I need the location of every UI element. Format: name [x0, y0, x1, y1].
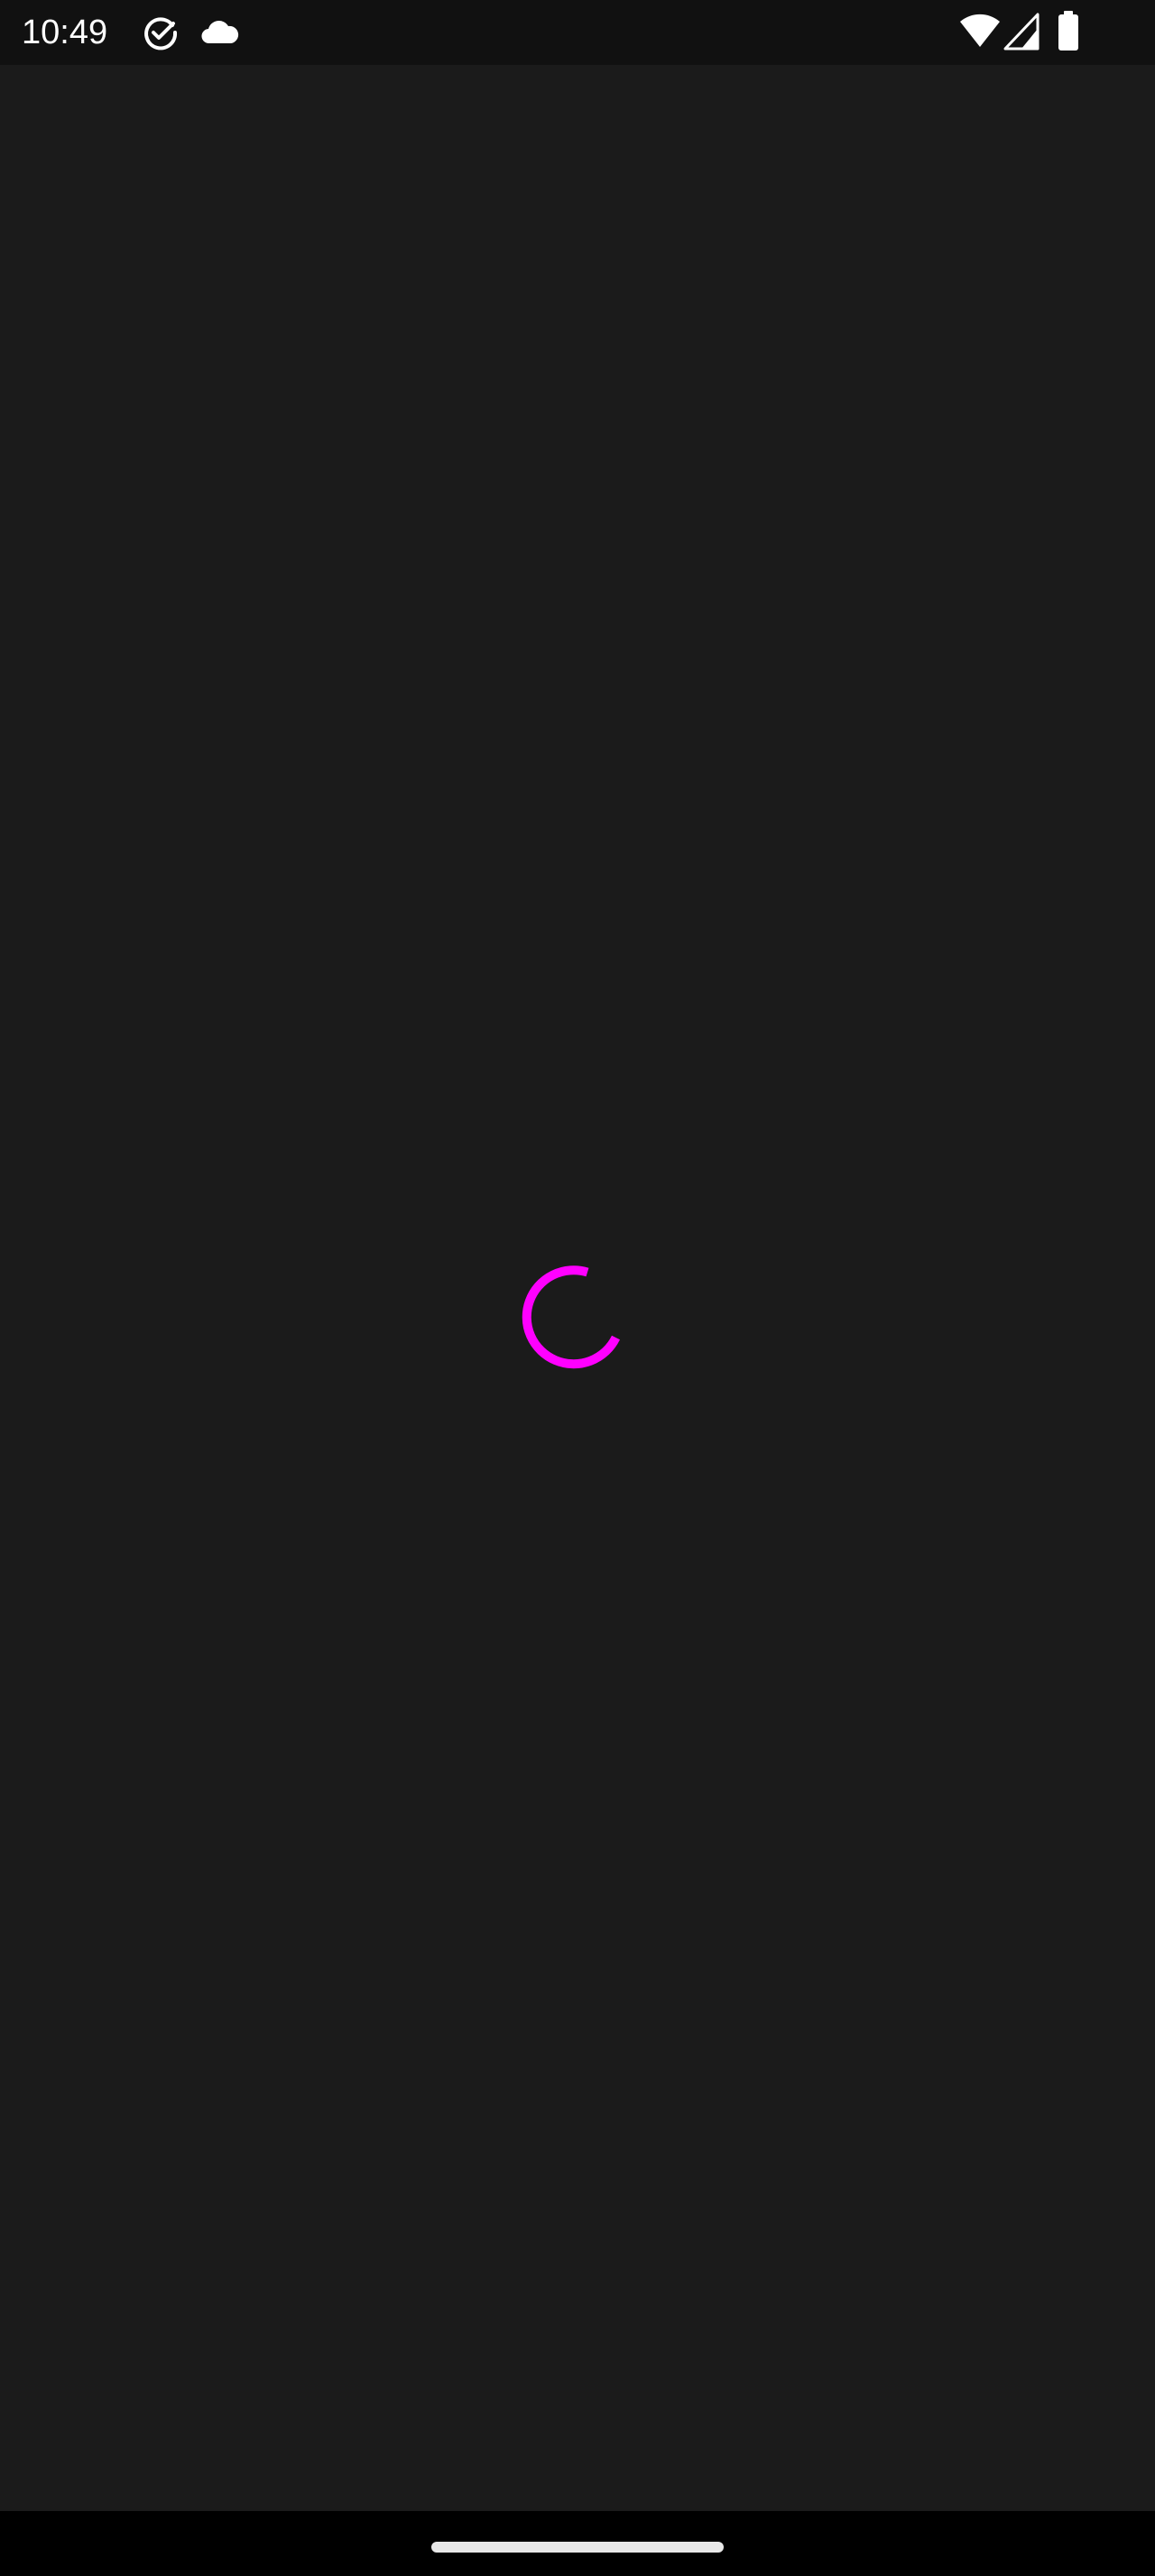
cloud-icon: [200, 18, 240, 50]
main-content: [0, 65, 1155, 2511]
navigation-bar: [0, 2511, 1155, 2576]
battery-icon: [1058, 11, 1079, 55]
cellular-signal-icon: [1003, 13, 1040, 55]
wifi-icon: [958, 13, 1002, 53]
loading-spinner: [522, 1265, 620, 1369]
status-bar: 10:49: [0, 0, 1155, 65]
home-gesture-handle[interactable]: [431, 2542, 724, 2553]
status-time: 10:49: [22, 14, 108, 51]
task-check-icon: [143, 14, 179, 55]
